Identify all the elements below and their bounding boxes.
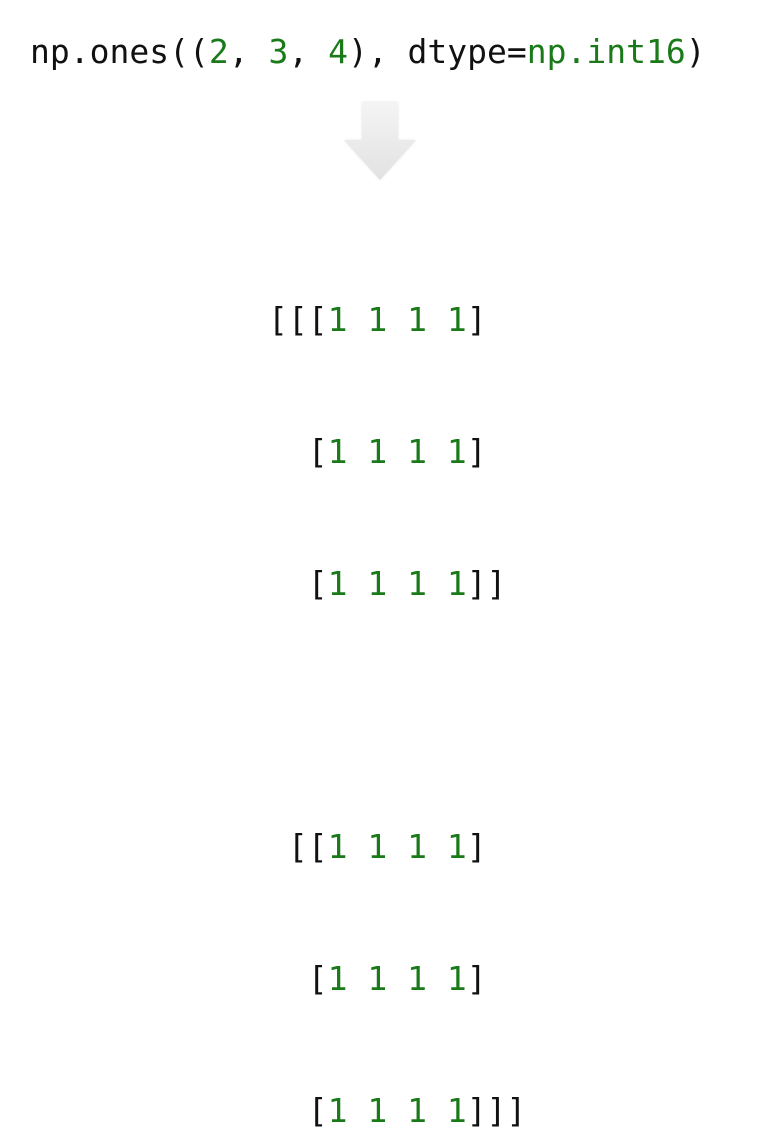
shape-dim-2: 4 [328,32,348,71]
result-array: [[[1 1 1 1] [1 1 1 1] [1 1 1 1]] [[1 1 1… [268,210,526,1142]
dtype-value: np.int16 [526,32,686,71]
block-separator [268,694,526,737]
shape-dim-0: 2 [208,32,229,71]
array-row: [1 1 1 1]] [268,564,507,603]
down-arrow-icon [344,102,416,180]
shape-dim-1: 3 [268,32,289,71]
array-row: [1 1 1 1]]] [268,1091,527,1130]
array-row: [[1 1 1 1] [268,827,487,866]
dtype-keyword: ), dtype= [347,32,527,71]
call-close: ) [685,32,706,71]
code-expression: np.ones((2, 3, 4), dtype=np.int16) [30,30,706,74]
func-name: np.ones( [30,32,189,71]
array-row: [1 1 1 1] [268,432,487,471]
shape-sep-1: , [288,32,329,71]
tuple-open: ( [188,32,209,71]
array-row: [1 1 1 1] [268,959,487,998]
shape-sep-0: , [228,32,269,71]
array-row: [[[1 1 1 1] [268,300,487,339]
